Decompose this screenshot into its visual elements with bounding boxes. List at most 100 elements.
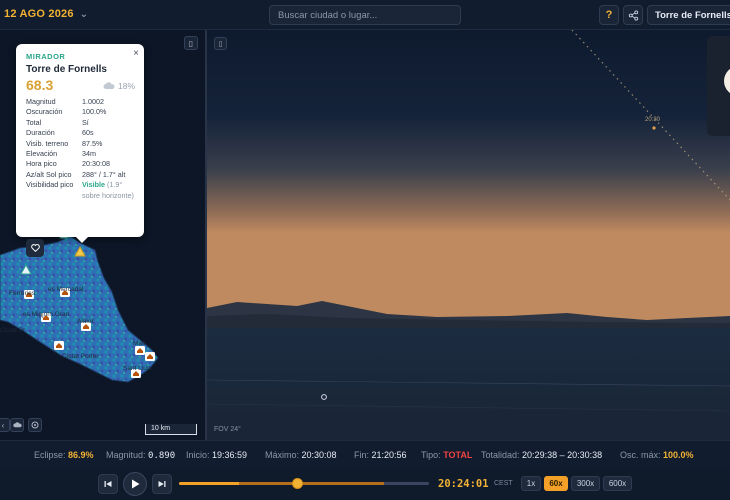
expand-icon: ▯ xyxy=(188,38,194,48)
help-label: ? xyxy=(605,9,613,21)
location-label: Torre de Fornells xyxy=(655,10,730,21)
stat-value: 86.9% xyxy=(68,450,94,460)
speed-600x-button[interactable]: 600x xyxy=(603,476,632,491)
detail-value: 1.0002 xyxy=(82,97,104,106)
timezone-label: CEST xyxy=(494,480,513,487)
stat-label: Totalidad: xyxy=(481,450,520,460)
speed-1x-button[interactable]: 1x xyxy=(521,476,541,491)
detail-value: 100.0% xyxy=(82,107,107,117)
skip-back-button[interactable] xyxy=(98,474,118,494)
detail-value: 34m xyxy=(82,149,96,159)
detail-key: Total xyxy=(26,117,42,127)
play-button[interactable] xyxy=(123,472,147,496)
sky-view[interactable]: ▯ 20:30 FOV 24° xyxy=(207,30,730,440)
cloud-cover: 18% xyxy=(103,81,135,91)
detail-row: Oscuración 100.0% xyxy=(26,107,134,117)
skip-forward-icon xyxy=(158,481,166,487)
stat-type: Tipo: TOTAL xyxy=(421,450,472,460)
detail-key: Duración xyxy=(26,128,55,138)
timeline-slider[interactable] xyxy=(179,478,429,489)
popup-title: Torre de Fornells xyxy=(26,64,107,75)
stat-totality: Totalidad: 20:29:38 – 20:30:38 xyxy=(481,450,602,460)
stat-label: Máximo: xyxy=(265,450,300,460)
vis-peak-value: Visible xyxy=(82,180,106,190)
vis-peak-value-wrap: Visible (1.9° sobre horizonte) xyxy=(82,180,134,201)
timeline-thumb[interactable] xyxy=(291,478,303,489)
detail-key: Az/alt Sol pico xyxy=(26,169,72,179)
detail-value: 288° / 1.7° alt xyxy=(82,169,126,179)
favorite-button[interactable] xyxy=(26,239,44,257)
map-weather-button[interactable] xyxy=(10,418,24,432)
stat-value: TOTAL xyxy=(443,450,473,460)
cloud-value: 18% xyxy=(117,81,135,91)
stat-value: 21:20:56 xyxy=(371,450,407,460)
detail-value: Sí xyxy=(82,117,89,127)
skip-forward-button[interactable] xyxy=(152,474,172,494)
detail-key: Visibilidad pico xyxy=(26,180,74,190)
search-input[interactable] xyxy=(269,5,461,25)
cloud-icon xyxy=(103,82,115,89)
detail-row: Hora pico 20:30:08 xyxy=(26,159,134,169)
speed-label: 300x xyxy=(576,479,595,488)
stat-value: 20:30:08 xyxy=(301,450,337,460)
sky-expand-button[interactable]: ▯ xyxy=(214,37,227,50)
speed-label: 1x xyxy=(526,479,536,488)
scale-label: 10 km xyxy=(151,425,171,432)
stat-label: Tipo: xyxy=(421,450,441,460)
date-selector[interactable]: 12 AGO 2026 ⌄ xyxy=(4,8,88,20)
detail-key: Oscuración xyxy=(26,107,63,117)
stat-value: 0.890 xyxy=(148,451,176,461)
sky-scene[interactable] xyxy=(207,30,730,440)
label-ciutat-pr: Ciutat Pr xyxy=(0,327,26,334)
detail-key: Visib. terreno xyxy=(26,138,69,148)
scale-bar: 10 km xyxy=(145,424,197,435)
sea xyxy=(207,328,730,440)
sun-preview[interactable] xyxy=(707,36,730,136)
date-label: 12 AGO 2026 xyxy=(4,8,74,20)
location-popup: MIRADOR × Torre de Fornells 68.3 18% Mag… xyxy=(16,44,144,257)
sky-gradient xyxy=(207,30,730,320)
map-expand-button[interactable]: ▯ xyxy=(184,36,198,50)
playback-bar: 20:24:01 CEST 1x 60x 300x 600x xyxy=(0,467,730,500)
speed-300x-button[interactable]: 300x xyxy=(571,476,600,491)
map-control-1[interactable]: ‹ xyxy=(0,418,10,432)
detail-value: 87.5% xyxy=(82,138,103,148)
label-mao: Maó xyxy=(133,340,146,347)
share-button[interactable] xyxy=(623,5,643,25)
close-icon[interactable]: × xyxy=(133,48,139,59)
target-icon xyxy=(31,421,39,429)
skip-back-icon xyxy=(104,481,112,487)
stat-label: Eclipse: xyxy=(34,450,66,460)
detail-row: Total Sí xyxy=(26,118,134,128)
share-icon xyxy=(628,9,638,21)
popup-details: Magnitud 1.0002 Oscuración 100.0% Total Sí … xyxy=(26,97,134,201)
detail-row: Visibilidad pico Visible (1.9° sobre hor… xyxy=(26,180,134,201)
stat-max-obscuration: Osc. máx: 100.0% xyxy=(620,450,694,460)
speed-60x-button[interactable]: 60x xyxy=(544,476,568,491)
speed-label: 60x xyxy=(549,479,563,488)
popup-kind: MIRADOR xyxy=(26,52,66,61)
map-panel[interactable]: es Mercadal Ferreries es Migjorn Gran Al… xyxy=(0,30,205,440)
detail-key: Elevación xyxy=(26,149,58,159)
detail-row: Visib. terreno 87.5% xyxy=(26,139,134,149)
stat-label: Magnitud: xyxy=(106,450,146,460)
detail-key: Magnitud xyxy=(26,97,56,106)
stat-value: 20:29:38 – 20:30:38 xyxy=(522,450,603,460)
stat-end: Fin: 21:20:56 xyxy=(354,450,407,460)
heart-icon xyxy=(30,244,40,252)
detail-value: 20:30:08 xyxy=(82,159,110,169)
stat-max: Máximo: 20:30:08 xyxy=(265,450,337,460)
location-button[interactable]: Torre de Fornells xyxy=(647,5,730,25)
label-es-mercadal: es Mercadal xyxy=(48,286,84,293)
detail-row: Magnitud 1.0002 xyxy=(26,97,134,107)
label-sant-lluis: Sant Lluís xyxy=(123,365,153,372)
sun-disc xyxy=(724,66,730,96)
cloud-icon xyxy=(12,422,22,428)
map-target-button[interactable] xyxy=(28,418,42,432)
help-button[interactable]: ? xyxy=(599,5,619,25)
label-ciutat-porter: Ciutat Porter xyxy=(62,353,99,360)
sun-time-marker: 20:30 xyxy=(645,117,661,123)
stat-label: Inicio: xyxy=(186,450,210,460)
chevron-down-icon: ⌄ xyxy=(79,8,89,20)
current-time: 20:24:01 xyxy=(438,478,489,490)
